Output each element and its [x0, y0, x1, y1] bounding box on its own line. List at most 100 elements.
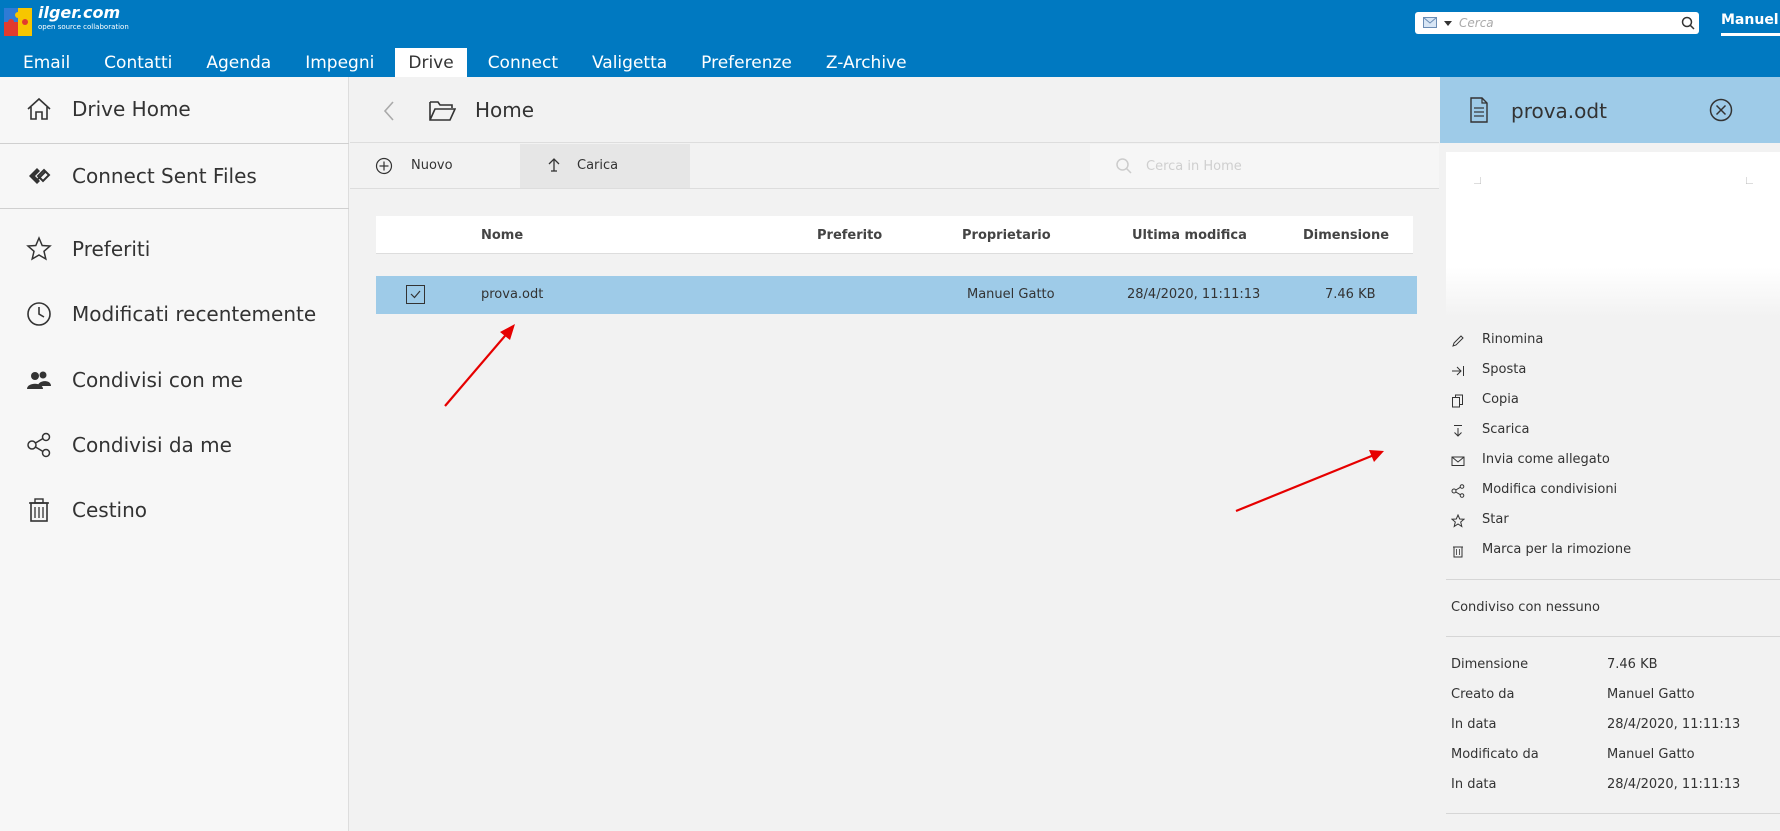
column-header-owner[interactable]: Proprietario	[962, 228, 1051, 243]
new-button-label: Nuovo	[411, 158, 453, 173]
search-input[interactable]	[1459, 14, 1674, 32]
action-label: Rinomina	[1482, 332, 1544, 347]
column-header-favorite[interactable]: Preferito	[817, 228, 882, 243]
logo-subtitle: open source collaboration	[38, 23, 129, 31]
action-label: Invia come allegato	[1482, 452, 1610, 467]
cell-size: 7.46 KB	[1325, 287, 1376, 302]
logo[interactable]: ilger.com open source collaboration	[0, 0, 130, 40]
connect-icon	[29, 168, 51, 184]
column-header-name[interactable]: Nome	[481, 228, 523, 243]
copy-icon	[1452, 394, 1463, 408]
table-header: Nome Preferito Proprietario Ultima modif…	[376, 216, 1413, 254]
back-chevron-icon[interactable]	[382, 100, 396, 122]
property-value: 28/4/2020, 11:11:13	[1607, 717, 1741, 732]
star-icon	[1451, 514, 1465, 528]
cell-name[interactable]: prova.odt	[481, 287, 543, 302]
property-key: In data	[1451, 777, 1497, 792]
global-search	[1415, 12, 1699, 34]
property-key: Modificato da	[1451, 747, 1539, 762]
sidebar-item-label: Cestino	[72, 498, 147, 522]
people-icon	[27, 371, 51, 389]
move-icon	[1452, 366, 1464, 376]
tab-valigetta[interactable]: Valigetta	[579, 48, 680, 77]
star-icon	[26, 236, 52, 261]
sidebar-item-label: Condivisi con me	[72, 368, 243, 392]
action-label: Star	[1482, 512, 1509, 527]
share-icon	[27, 432, 51, 458]
pencil-icon	[1452, 335, 1464, 347]
tab-agenda[interactable]: Agenda	[193, 48, 284, 77]
tab-drive[interactable]: Drive	[395, 48, 467, 77]
plus-circle-icon	[375, 157, 393, 175]
property-value: Manuel Gatto	[1607, 747, 1695, 762]
tab-preferenze[interactable]: Preferenze	[688, 48, 805, 77]
sidebar-item-label: Modificati recentemente	[72, 302, 317, 326]
chevron-down-icon[interactable]	[1444, 21, 1452, 26]
action-label: Marca per la rimozione	[1482, 542, 1632, 557]
cell-modified: 28/4/2020, 11:11:13	[1127, 287, 1261, 302]
logo-text: ilger.com	[38, 3, 121, 22]
row-checkbox[interactable]	[406, 285, 425, 304]
envelope-icon	[1451, 456, 1465, 466]
upload-button[interactable]: Carica	[520, 144, 690, 188]
search-icon[interactable]	[1681, 16, 1695, 30]
upload-icon	[548, 158, 560, 172]
sidebar-item-condivisi-da-me[interactable]: Condivisi da me	[0, 413, 349, 477]
divider	[1446, 813, 1780, 814]
divider	[1446, 579, 1780, 580]
page-corner-mark	[1474, 177, 1481, 184]
sidebar-item-drive-home[interactable]: Drive Home	[0, 77, 349, 141]
folder-search-input[interactable]	[1146, 156, 1406, 176]
sidebar: Drive Home Connect Sent Files Preferiti …	[0, 77, 349, 831]
tab-contatti[interactable]: Contatti	[91, 48, 185, 77]
breadcrumb[interactable]: Home	[475, 98, 534, 122]
clock-icon	[27, 302, 51, 326]
action-label: Scarica	[1482, 422, 1530, 437]
annotation-arrow-icon	[1235, 450, 1384, 513]
document-icon	[1470, 97, 1488, 123]
sidebar-item-label: Condivisi da me	[72, 433, 232, 457]
table-row[interactable]: prova.odt Manuel Gatto 28/4/2020, 11:11:…	[376, 276, 1417, 314]
tab-impegni[interactable]: Impegni	[292, 48, 387, 77]
column-header-modified[interactable]: Ultima modifica	[1132, 228, 1247, 243]
page-corner-mark	[1746, 177, 1753, 184]
property-key: Creato da	[1451, 687, 1515, 702]
new-button[interactable]: Nuovo	[350, 144, 520, 188]
action-label: Copia	[1482, 392, 1519, 407]
property-key: Dimensione	[1451, 657, 1529, 672]
user-menu[interactable]: Manuel	[1721, 12, 1779, 28]
property-key: In data	[1451, 717, 1497, 732]
puzzle-logo-icon	[4, 8, 32, 36]
tab-z-archive[interactable]: Z-Archive	[813, 48, 920, 77]
sidebar-item-modificati-recentemente[interactable]: Modificati recentemente	[0, 282, 349, 346]
sidebar-item-connect-sent-files[interactable]: Connect Sent Files	[0, 144, 349, 208]
upload-button-label: Carica	[577, 158, 619, 173]
tab-connect[interactable]: Connect	[475, 48, 571, 77]
home-icon	[27, 97, 51, 120]
document-preview[interactable]	[1446, 152, 1780, 317]
sidebar-item-preferiti[interactable]: Preferiti	[0, 217, 349, 281]
sidebar-item-label: Preferiti	[72, 237, 151, 261]
property-value: 7.46 KB	[1607, 657, 1658, 672]
shared-with-text: Condiviso con nessuno	[1451, 600, 1600, 615]
download-icon	[1454, 425, 1462, 437]
column-header-size[interactable]: Dimensione	[1303, 228, 1389, 243]
checkmark-icon	[410, 290, 421, 299]
action-label: Sposta	[1482, 362, 1527, 377]
divider	[0, 208, 349, 209]
search-icon	[1116, 158, 1132, 174]
close-icon[interactable]	[1709, 98, 1733, 122]
action-label: Modifica condivisioni	[1482, 482, 1618, 497]
sidebar-item-label: Connect Sent Files	[72, 164, 257, 188]
sidebar-item-condivisi-con-me[interactable]: Condivisi con me	[0, 348, 349, 412]
folder-open-icon	[429, 101, 456, 121]
details-title: prova.odt	[1511, 99, 1607, 123]
sidebar-item-cestino[interactable]: Cestino	[0, 478, 349, 542]
mail-icon[interactable]	[1423, 17, 1437, 28]
folder-search	[1090, 144, 1439, 188]
sidebar-item-label: Drive Home	[72, 97, 191, 121]
property-value: 28/4/2020, 11:11:13	[1607, 777, 1741, 792]
tab-email[interactable]: Email	[10, 48, 83, 77]
property-value: Manuel Gatto	[1607, 687, 1695, 702]
share-icon	[1451, 484, 1465, 498]
